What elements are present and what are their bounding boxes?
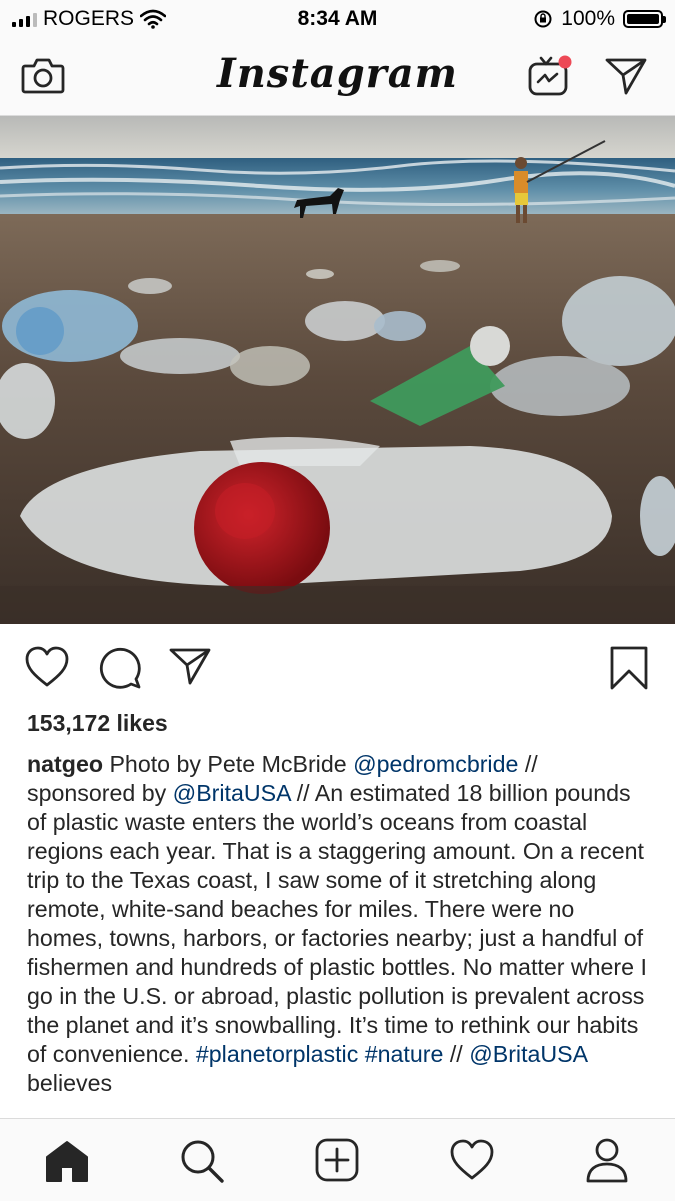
- share-icon[interactable]: [168, 646, 212, 686]
- top-nav: Instagram: [0, 38, 675, 116]
- mention-link[interactable]: @pedromcbride: [353, 751, 518, 777]
- mention-link[interactable]: @BritaUSA: [469, 1041, 587, 1067]
- add-post-icon[interactable]: [314, 1137, 360, 1183]
- status-right: 100%: [533, 7, 666, 31]
- hashtag-link[interactable]: #planetorplastic: [196, 1041, 358, 1067]
- likes-count[interactable]: 153,172 likes: [27, 710, 168, 737]
- search-icon[interactable]: [178, 1137, 226, 1185]
- comment-icon[interactable]: [98, 646, 142, 690]
- battery-icon: [623, 10, 666, 28]
- bookmark-icon[interactable]: [608, 645, 650, 691]
- caption-text: Photo by Pete McBride @pedromcbride // s…: [27, 751, 647, 1096]
- post-actions: [0, 640, 675, 696]
- caption-username[interactable]: natgeo: [27, 751, 103, 777]
- heart-icon[interactable]: [24, 646, 70, 688]
- caption-segment: //: [443, 1041, 470, 1067]
- profile-icon[interactable]: [585, 1137, 629, 1183]
- post-photo[interactable]: [0, 116, 675, 624]
- caption-segment: Photo by Pete McBride: [103, 751, 354, 777]
- home-icon[interactable]: [44, 1139, 90, 1183]
- status-bar: ROGERS 8:34 AM 100%: [0, 0, 675, 38]
- caption-segment: // An estimated 18 billion pounds of pla…: [27, 780, 647, 1067]
- instagram-logo: Instagram: [217, 50, 458, 97]
- caption-segment: believes: [27, 1070, 113, 1096]
- igtv-icon[interactable]: [527, 52, 573, 98]
- activity-heart-icon[interactable]: [449, 1139, 495, 1181]
- post-caption: natgeo Photo by Pete McBride @pedromcbri…: [27, 750, 652, 1120]
- mention-link[interactable]: @BritaUSA: [173, 780, 291, 806]
- battery-percent: 100%: [561, 7, 615, 30]
- direct-message-icon[interactable]: [604, 56, 648, 96]
- rotation-lock-icon: [534, 10, 552, 28]
- bottom-tab-bar: [0, 1118, 675, 1201]
- igtv-notification-dot: [558, 55, 572, 69]
- hashtag-link[interactable]: #nature: [365, 1041, 444, 1067]
